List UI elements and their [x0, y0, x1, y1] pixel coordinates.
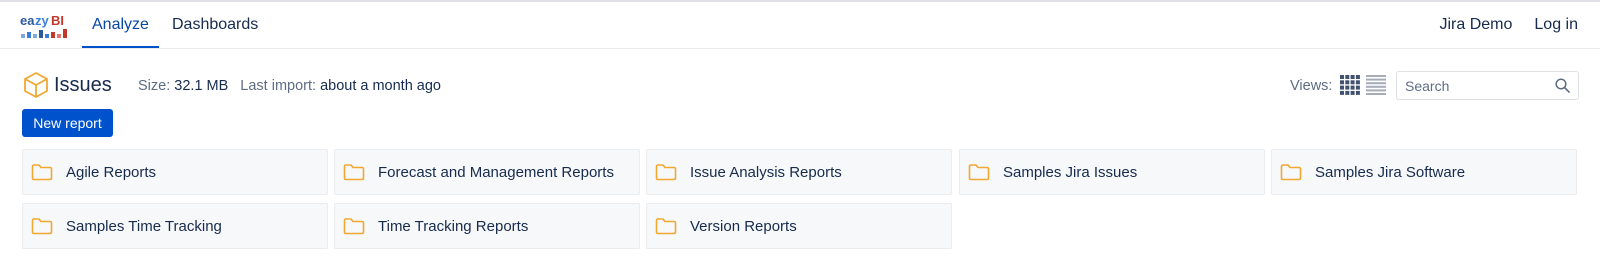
login-link[interactable]: Log in — [1534, 2, 1578, 48]
folder-icon — [968, 163, 990, 181]
svg-text:BI: BI — [51, 13, 64, 28]
folder-label: Forecast and Management Reports — [378, 164, 614, 181]
grid-view-icon[interactable] — [1340, 75, 1360, 95]
folder-label: Samples Time Tracking — [66, 218, 222, 235]
top-navigation-bar: ea zy BI Analyze Dashboards Jira Demo Lo… — [0, 2, 1600, 49]
size-label: Size: — [138, 78, 171, 94]
last-import-value: about a month ago — [320, 78, 441, 94]
nav-tab-analyze[interactable]: Analyze — [82, 2, 159, 48]
nav-tab-dashboards[interactable]: Dashboards — [172, 2, 258, 48]
folder-label: Time Tracking Reports — [378, 218, 529, 235]
report-folder-tile[interactable]: Issue Analysis Reports — [646, 149, 952, 195]
folder-label: Agile Reports — [66, 164, 157, 181]
folder-label: Samples Jira Software — [1315, 164, 1466, 181]
folder-icon — [31, 163, 53, 181]
folder-label: Samples Jira Issues — [1003, 164, 1138, 181]
folder-icon — [343, 163, 365, 181]
search-icon[interactable] — [1555, 78, 1570, 93]
site-menu-link[interactable]: Jira Demo — [1440, 2, 1513, 48]
cube-metadata: Size: 32.1 MB Last import: about a month … — [138, 77, 441, 95]
svg-text:ea: ea — [20, 13, 35, 28]
account-nav: Jira Demo Log in — [1440, 2, 1579, 48]
report-folder-tile[interactable]: Samples Jira Issues — [959, 149, 1265, 195]
search-field — [1396, 71, 1579, 100]
folder-icon — [655, 217, 677, 235]
eazybi-logo[interactable]: ea zy BI — [20, 12, 72, 40]
report-folder-tile[interactable]: Samples Time Tracking — [22, 203, 328, 249]
search-input[interactable] — [1397, 72, 1547, 99]
folder-icon — [343, 217, 365, 235]
new-report-button[interactable]: New report — [22, 109, 113, 137]
report-folder-tile[interactable]: Agile Reports — [22, 149, 328, 195]
folder-icon — [655, 163, 677, 181]
folder-icon — [31, 217, 53, 235]
report-folder-tile[interactable]: Version Reports — [646, 203, 952, 249]
folder-label: Issue Analysis Reports — [690, 164, 842, 181]
cube-icon — [24, 72, 48, 98]
last-import-label: Last import: — [240, 78, 317, 94]
report-folder-tile[interactable]: Samples Jira Software — [1271, 149, 1577, 195]
views-label: Views: — [1290, 78, 1333, 94]
report-folder-tile[interactable]: Time Tracking Reports — [334, 203, 640, 249]
folder-label: Version Reports — [690, 218, 797, 235]
folder-icon — [1280, 163, 1302, 181]
svg-text:zy: zy — [35, 13, 50, 28]
list-view-icon[interactable] — [1366, 75, 1386, 95]
report-folder-tile[interactable]: Forecast and Management Reports — [334, 149, 640, 195]
page-title: Issues — [54, 74, 112, 96]
size-value: 32.1 MB — [174, 78, 229, 94]
